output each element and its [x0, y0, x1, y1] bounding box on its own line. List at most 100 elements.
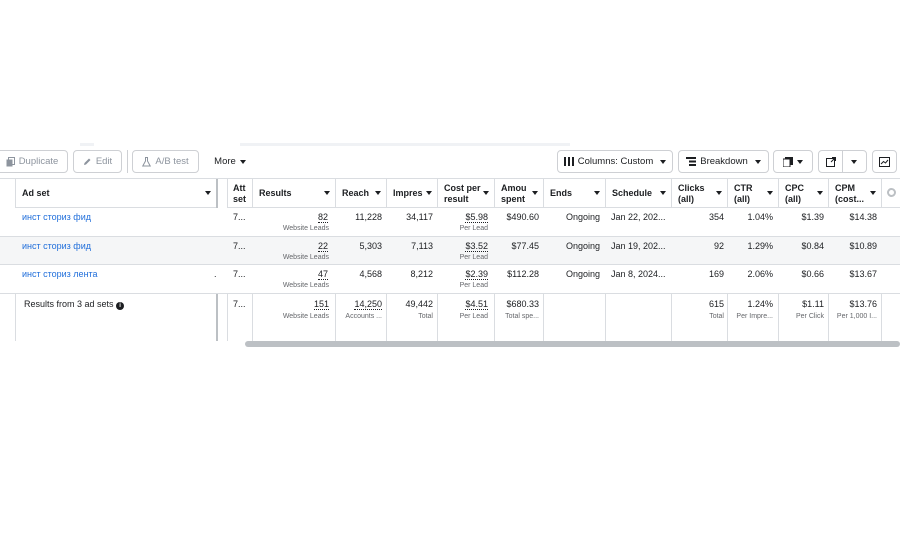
- totals-clicks-sub: Total: [709, 313, 724, 320]
- results-sub: Website Leads: [282, 254, 329, 261]
- reach-value: 11,228: [355, 212, 382, 222]
- attribution-cell: 7...: [233, 241, 246, 251]
- impressions-value: 8,212: [410, 269, 433, 279]
- adset-name-link[interactable]: инст сториз фид: [22, 241, 91, 251]
- duplicate-label: Duplicate: [18, 156, 59, 167]
- adset-name-link[interactable]: инст сториз фид: [22, 212, 91, 222]
- cost-per-result-value[interactable]: $5.98: [465, 212, 488, 223]
- sort-caret-icon: [870, 191, 876, 195]
- cost-per-result-sub: Per Lead: [459, 225, 488, 232]
- more-label: More: [214, 156, 236, 167]
- ab-test-label: A/B test: [155, 156, 189, 167]
- sort-caret-icon: [426, 191, 432, 195]
- attribution-cell: 7...: [233, 269, 246, 279]
- totals-cost-per-result-sub: Per Lead: [459, 313, 488, 320]
- amount-spent-value: $112.28: [507, 269, 539, 279]
- ctr-value: 1.04%: [747, 212, 773, 222]
- column-header-impressions[interactable]: Impres: [387, 179, 437, 208]
- schedule-value: Jan 22, 202...: [611, 212, 666, 222]
- cost-per-result-value[interactable]: $3.52: [465, 241, 488, 252]
- column-header-reach[interactable]: Reach: [336, 179, 386, 208]
- chart-button[interactable]: [872, 150, 897, 173]
- totals-impressions: 49,442: [405, 299, 433, 309]
- schedule-value: Jan 19, 202...: [611, 241, 666, 251]
- row-marker: .: [214, 269, 217, 279]
- results-sub: Website Leads: [282, 282, 329, 289]
- column-header-amount-spent[interactable]: Amou spent: [495, 179, 543, 208]
- edit-button[interactable]: Edit: [73, 150, 122, 173]
- reports-button[interactable]: [773, 150, 813, 173]
- duplicate-button[interactable]: Duplicate: [0, 150, 68, 173]
- ends-value: Ongoing: [565, 269, 600, 279]
- totals-label: Results from 3 ad sets i: [24, 299, 125, 310]
- columns-button[interactable]: Columns: Custom: [557, 150, 673, 173]
- totals-reach[interactable]: 14,250: [354, 299, 382, 310]
- column-header-adset[interactable]: Ad set: [16, 179, 216, 208]
- more-button[interactable]: More: [207, 150, 253, 173]
- totals-impressions-sub: Total: [418, 313, 433, 320]
- amount-spent-value: $77.45: [511, 241, 539, 251]
- ad-sets-table: Ad set Att set Results Reach Impres Cost…: [0, 178, 900, 342]
- sort-caret-icon: [375, 191, 381, 195]
- reports-icon: [783, 156, 793, 167]
- table-row[interactable]: инст сториз фид 7... 82 Website Leads 11…: [0, 208, 900, 237]
- totals-cost-per-result[interactable]: $4.51: [465, 299, 488, 310]
- column-header-cpc[interactable]: CPC (all): [779, 179, 828, 208]
- cpm-value: $14.38: [849, 212, 877, 222]
- sort-caret-icon: [205, 191, 211, 195]
- table-row[interactable]: инст сториз фид 7... 22 Website Leads 5,…: [0, 237, 900, 265]
- ends-value: Ongoing: [565, 212, 600, 222]
- cost-per-result-sub: Per Lead: [459, 254, 488, 261]
- totals-results-sub: Website Leads: [282, 313, 329, 320]
- column-header-attribution[interactable]: Att set: [228, 179, 252, 208]
- sort-caret-icon: [767, 191, 773, 195]
- cpc-value: $0.66: [801, 269, 824, 279]
- toolbar: Duplicate Edit A/B test More Columns: Cu…: [0, 146, 900, 178]
- export-button[interactable]: [818, 150, 867, 173]
- clicks-value: 354: [708, 212, 724, 222]
- export-icon: [826, 157, 836, 167]
- ctr-value: 2.06%: [747, 269, 773, 279]
- column-header-schedule[interactable]: Schedule: [606, 179, 671, 208]
- cpm-value: $13.67: [849, 269, 877, 279]
- horizontal-scrollbar[interactable]: [245, 341, 900, 347]
- cost-per-result-value[interactable]: $2.39: [465, 269, 488, 280]
- cost-per-result-sub: Per Lead: [459, 282, 488, 289]
- cpc-value: $0.84: [801, 241, 824, 251]
- cpc-value: $1.39: [801, 212, 824, 222]
- column-header-ends[interactable]: Ends: [544, 179, 605, 208]
- totals-attribution: 7...: [233, 299, 246, 309]
- cpm-value: $10.89: [849, 241, 877, 251]
- clicks-value: 169: [708, 269, 724, 279]
- pencil-icon: [83, 158, 91, 165]
- totals-results[interactable]: 151: [313, 299, 329, 310]
- column-header-cpm[interactable]: CPM (cost...: [829, 179, 881, 208]
- results-value[interactable]: 22: [317, 241, 328, 252]
- column-header-clicks[interactable]: Clicks (all): [672, 179, 727, 208]
- results-value[interactable]: 47: [317, 269, 328, 280]
- column-settings[interactable]: [882, 179, 900, 208]
- amount-spent-value: $490.60: [506, 212, 539, 222]
- ab-test-button[interactable]: A/B test: [132, 150, 199, 173]
- breakdown-icon: [686, 157, 697, 166]
- chevron-down-icon: [660, 159, 667, 164]
- columns-label: Columns: Custom: [577, 156, 654, 167]
- sort-caret-icon: [532, 191, 538, 195]
- results-value[interactable]: 82: [317, 212, 328, 223]
- table-row[interactable]: инст сториз лента 7... 47 Website Leads …: [0, 265, 900, 294]
- totals-cpc-sub: Per Click: [795, 313, 824, 320]
- edit-label: Edit: [95, 156, 113, 167]
- sort-caret-icon: [483, 191, 489, 195]
- sort-caret-icon: [716, 191, 722, 195]
- column-header-cost-per-result[interactable]: Cost per result: [438, 179, 494, 208]
- totals-clicks: 615: [708, 299, 724, 309]
- ends-value: Ongoing: [565, 241, 600, 251]
- column-header-ctr[interactable]: CTR (all): [728, 179, 778, 208]
- sort-caret-icon: [817, 191, 823, 195]
- info-icon[interactable]: i: [116, 302, 125, 310]
- column-header-results[interactable]: Results: [253, 179, 335, 208]
- adset-name-link[interactable]: инст сториз лента: [22, 269, 98, 279]
- breakdown-button[interactable]: Breakdown: [678, 150, 769, 173]
- reach-value: 5,303: [359, 241, 382, 251]
- chevron-down-icon: [239, 159, 246, 164]
